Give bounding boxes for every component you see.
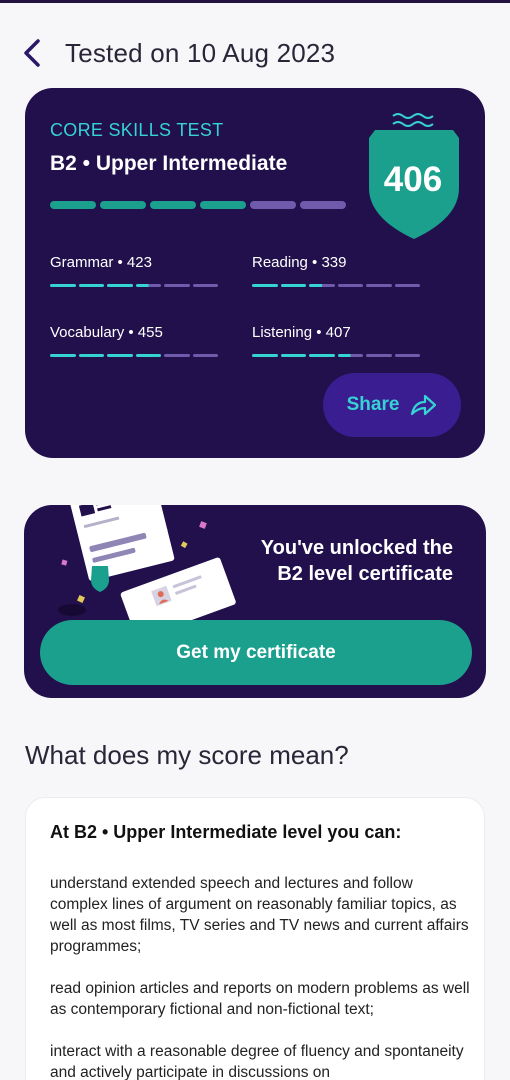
ability-item: read opinion articles and reports on mod…: [50, 980, 470, 1018]
share-arrow-icon: [411, 394, 437, 416]
certificate-message: You've unlocked the B2 level certificate: [261, 535, 453, 587]
skill-label: Grammar • 423: [50, 254, 152, 271]
skill-progress-bar: [50, 354, 218, 357]
progress-segment: [252, 284, 278, 287]
skill-progress-bar: [252, 354, 420, 357]
progress-segment: [164, 284, 190, 287]
progress-segment: [309, 284, 335, 287]
skill-reading: Reading • 339: [252, 254, 422, 294]
score-meaning-title: What does my score mean?: [25, 740, 349, 770]
skill-listening: Listening • 407: [252, 324, 422, 364]
overall-score: 406: [383, 160, 443, 199]
progress-segment: [50, 354, 76, 357]
progress-segment: [280, 284, 306, 287]
page-title: Tested on 10 Aug 2023: [65, 38, 336, 68]
page-header: Tested on 10 Aug 2023: [0, 30, 510, 80]
level-description-heading: At B2 • Upper Intermediate level you can…: [50, 822, 402, 842]
progress-segment: [150, 201, 196, 209]
share-label: Share: [346, 394, 400, 415]
ability-list: understand extended speech and lectures …: [50, 873, 470, 1080]
progress-segment: [366, 284, 392, 287]
skill-label: Listening • 407: [252, 324, 351, 341]
progress-segment: [50, 284, 76, 287]
skill-label: Reading • 339: [252, 254, 347, 271]
progress-segment: [164, 354, 190, 357]
progress-segment: [50, 201, 96, 209]
score-card: CORE SKILLS TEST B2 • Upper Intermediate…: [25, 88, 485, 458]
certificate-card: You've unlocked the B2 level certificate…: [24, 505, 486, 698]
progress-segment: [366, 354, 392, 357]
back-arrow-icon[interactable]: [20, 38, 46, 68]
test-name: CORE SKILLS TEST: [50, 120, 224, 140]
skill-grammar: Grammar • 423: [50, 254, 220, 294]
progress-segment: [107, 354, 133, 357]
progress-segment: [309, 354, 335, 357]
certificate-line-1: You've unlocked the: [260, 537, 453, 559]
progress-segment: [337, 284, 363, 287]
progress-segment: [280, 354, 306, 357]
progress-segment: [394, 354, 420, 357]
ability-item: interact with a reasonable degree of flu…: [50, 1043, 464, 1080]
certificate-illustration: [58, 505, 236, 625]
level-description-card: At B2 • Upper Intermediate level you can…: [25, 797, 485, 1080]
progress-segment: [200, 201, 246, 209]
ability-item: understand extended speech and lectures …: [50, 875, 469, 955]
skill-progress-bar: [252, 284, 420, 287]
skill-vocabulary: Vocabulary • 455: [50, 324, 220, 364]
progress-segment: [394, 284, 420, 287]
progress-segment: [107, 284, 133, 287]
level-title: B2 • Upper Intermediate: [50, 152, 288, 175]
overall-progress-bar: [50, 201, 346, 209]
progress-segment: [300, 201, 346, 209]
get-certificate-button[interactable]: Get my certificate: [40, 620, 472, 685]
skill-label: Vocabulary • 455: [50, 324, 163, 341]
progress-segment: [192, 284, 218, 287]
progress-segment: [78, 354, 104, 357]
progress-segment: [100, 201, 146, 209]
progress-segment: [337, 354, 363, 357]
progress-segment: [135, 284, 161, 287]
share-button[interactable]: Share: [323, 373, 461, 437]
top-status-line: [0, 0, 510, 3]
progress-segment: [250, 201, 296, 209]
progress-segment: [135, 354, 161, 357]
skill-progress-bar: [50, 284, 218, 287]
certificate-line-2: B2 level certificate: [277, 563, 453, 585]
progress-segment: [192, 354, 218, 357]
progress-segment: [78, 284, 104, 287]
progress-segment: [252, 354, 278, 357]
